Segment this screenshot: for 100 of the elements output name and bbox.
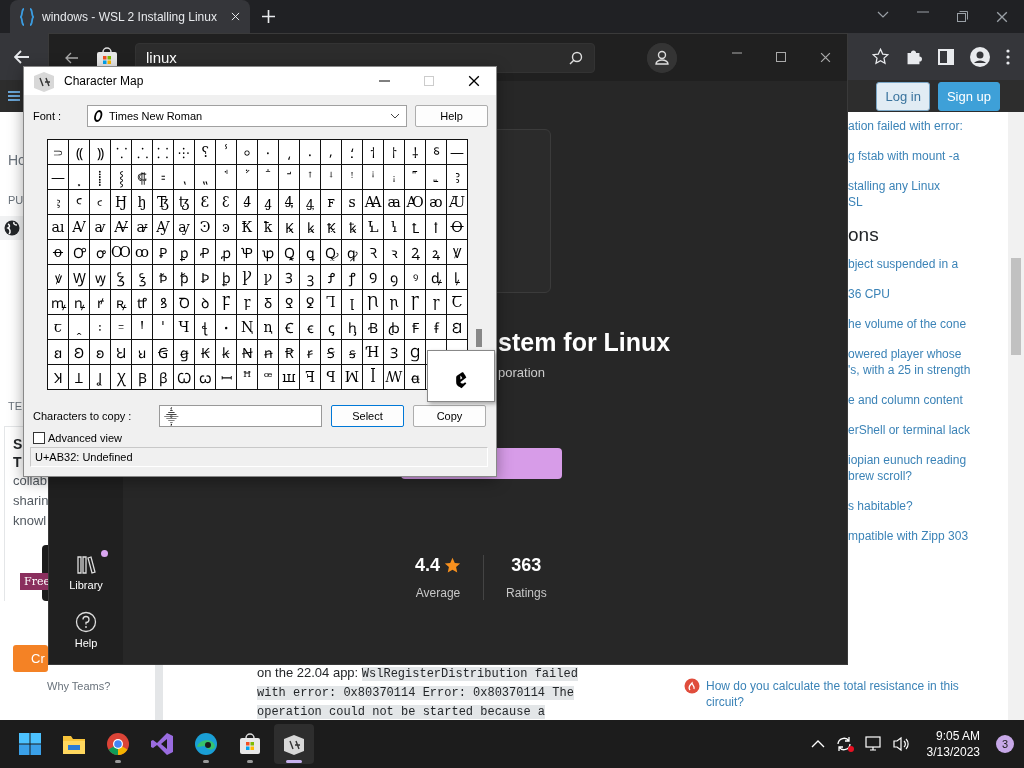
character-cell[interactable]: ꜻ	[132, 215, 152, 239]
character-cell[interactable]: ⸼	[69, 165, 89, 189]
menu-icon[interactable]	[1006, 48, 1010, 65]
character-cell[interactable]: Ꞗ	[363, 315, 383, 339]
sync-icon[interactable]	[834, 735, 855, 753]
character-cell[interactable]: ⹀	[153, 165, 173, 189]
character-cell[interactable]: ⸷	[384, 140, 404, 164]
character-cell[interactable]: ꝉ	[426, 215, 446, 239]
character-cell[interactable]: Ꞓ	[279, 315, 299, 339]
character-cell[interactable]: ꞁ	[342, 290, 362, 314]
character-cell[interactable]: ꝋ	[48, 240, 68, 264]
font-dropdown[interactable]: Times New Roman	[87, 105, 407, 127]
character-cell[interactable]: ꜠	[405, 165, 425, 189]
help-button[interactable]: Help	[415, 105, 488, 127]
character-cell[interactable]: Ꝉ	[405, 215, 425, 239]
character-cell[interactable]: ꜰ	[321, 190, 341, 214]
puzzle-icon[interactable]	[905, 48, 922, 65]
character-cell[interactable]: ꝺ	[195, 290, 215, 314]
character-cell[interactable]: ꜷ	[48, 215, 68, 239]
character-cell[interactable]: ꟸ	[237, 365, 257, 389]
character-cell[interactable]: ⸪	[111, 140, 131, 164]
character-cell[interactable]: Ꝃ	[279, 215, 299, 239]
character-cell[interactable]: ꝍ	[90, 240, 110, 264]
character-cell[interactable]: ꞣ	[216, 340, 236, 364]
character-cell[interactable]: ꞇ	[48, 315, 68, 339]
character-cell[interactable]: ꞃ	[384, 290, 404, 314]
character-cell[interactable]: ⸹	[426, 140, 446, 164]
character-cell[interactable]: ꜣ	[48, 190, 68, 214]
character-cell[interactable]: Ɜ	[384, 340, 404, 364]
character-cell[interactable]: ⸰	[237, 140, 257, 164]
character-cell[interactable]: Ꞵ	[132, 365, 152, 389]
close-icon[interactable]	[468, 75, 480, 87]
character-cell[interactable]: Ꜷ	[447, 190, 467, 214]
character-cell[interactable]: Ꜻ	[111, 215, 131, 239]
character-cell[interactable]: Ꜳ	[363, 190, 383, 214]
character-cell[interactable]: Ꝝ	[405, 240, 425, 264]
character-cell[interactable]: ⸭	[174, 140, 194, 164]
character-cell[interactable]: ꞟ	[132, 340, 152, 364]
character-cell[interactable]: ꟼ	[321, 365, 341, 389]
character-cell[interactable]: Ꞣ	[195, 340, 215, 364]
character-cell[interactable]: Ꜣ	[447, 165, 467, 189]
character-cell[interactable]: ꜘ	[237, 165, 257, 189]
character-cell[interactable]: Ꝟ	[447, 240, 467, 264]
character-cell[interactable]: ꝇ	[384, 215, 404, 239]
character-cell[interactable]: ꝁ	[258, 215, 278, 239]
character-cell[interactable]: Ꝑ	[153, 240, 173, 264]
character-cell[interactable]: ꝣ	[132, 265, 152, 289]
character-cell[interactable]: Ꝿ	[279, 290, 299, 314]
character-cell[interactable]: Ꜿ	[195, 215, 215, 239]
character-cell[interactable]: Ꜧ	[111, 190, 131, 214]
character-cell[interactable]: Ꝫ	[279, 265, 299, 289]
character-cell[interactable]: ꝸ	[153, 290, 173, 314]
character-cell[interactable]: ꝏ	[132, 240, 152, 264]
character-cell[interactable]: —	[48, 165, 68, 189]
character-cell[interactable]: ꝧ	[216, 265, 236, 289]
character-cell[interactable]: ꞥ	[258, 340, 278, 364]
character-cell[interactable]: Ꝍ	[69, 240, 89, 264]
character-cell[interactable]: ꝷ	[132, 290, 152, 314]
character-cell[interactable]: ꝯ	[384, 265, 404, 289]
question-link[interactable]: stalling any Linux SL	[848, 178, 1008, 210]
character-cell[interactable]: ꞕ	[342, 315, 362, 339]
character-cell[interactable]: ⸿	[132, 165, 152, 189]
character-cell[interactable]: ⸶	[363, 140, 383, 164]
character-cell[interactable]: Ꜵ	[405, 190, 425, 214]
character-cell[interactable]: ꜜ	[321, 165, 341, 189]
character-cell[interactable]: Ꞁ	[321, 290, 341, 314]
character-cell[interactable]: ꝗ	[300, 240, 320, 264]
character-cell[interactable]: ꞑ	[258, 315, 278, 339]
question-link[interactable]: e and column content	[848, 392, 1008, 408]
character-cell[interactable]: ⸲	[279, 140, 299, 164]
character-cell[interactable]: Ꝺ	[174, 290, 194, 314]
question-link[interactable]: he volume of the cone	[848, 316, 1008, 332]
star-icon[interactable]	[872, 48, 889, 65]
character-cell[interactable]: ꜡	[426, 165, 446, 189]
character-cell[interactable]: Ꞝ	[69, 340, 89, 364]
character-cell[interactable]: ꞎ	[195, 315, 215, 339]
close-icon[interactable]	[996, 10, 1008, 23]
character-cell[interactable]: Ꝗ	[279, 240, 299, 264]
character-cell[interactable]: ꞌ	[153, 315, 173, 339]
character-cell[interactable]: ꜭ	[258, 190, 278, 214]
character-cell[interactable]: ꜩ	[174, 190, 194, 214]
character-cell[interactable]: ꜝ	[342, 165, 362, 189]
question-link[interactable]: How do you calculate the total resistance in this circuit?	[706, 678, 976, 710]
character-cell[interactable]: ꞈ	[69, 315, 89, 339]
character-cell[interactable]: Ꜹ	[69, 215, 89, 239]
character-cell[interactable]: Ꝧ	[195, 265, 215, 289]
character-cell[interactable]: ⸳	[300, 140, 320, 164]
character-cell[interactable]: ꜹ	[90, 215, 110, 239]
character-cell[interactable]: Ꜩ	[153, 190, 173, 214]
character-cell[interactable]: Ꞅ	[405, 290, 425, 314]
character-cell[interactable]: ꟽ	[342, 365, 362, 389]
character-cell[interactable]: Ꝅ	[321, 215, 341, 239]
character-cell[interactable]: Ꝛ	[363, 240, 383, 264]
clock[interactable]: 9:05 AM 3/13/2023	[926, 728, 980, 760]
character-cell[interactable]: ꟷ	[216, 365, 236, 389]
volume-icon[interactable]	[892, 736, 911, 752]
character-cell[interactable]: ꞡ	[174, 340, 194, 364]
menu-icon[interactable]	[8, 90, 20, 102]
character-cell[interactable]: ꜙ	[258, 165, 278, 189]
taskbar-button[interactable]	[274, 724, 314, 764]
